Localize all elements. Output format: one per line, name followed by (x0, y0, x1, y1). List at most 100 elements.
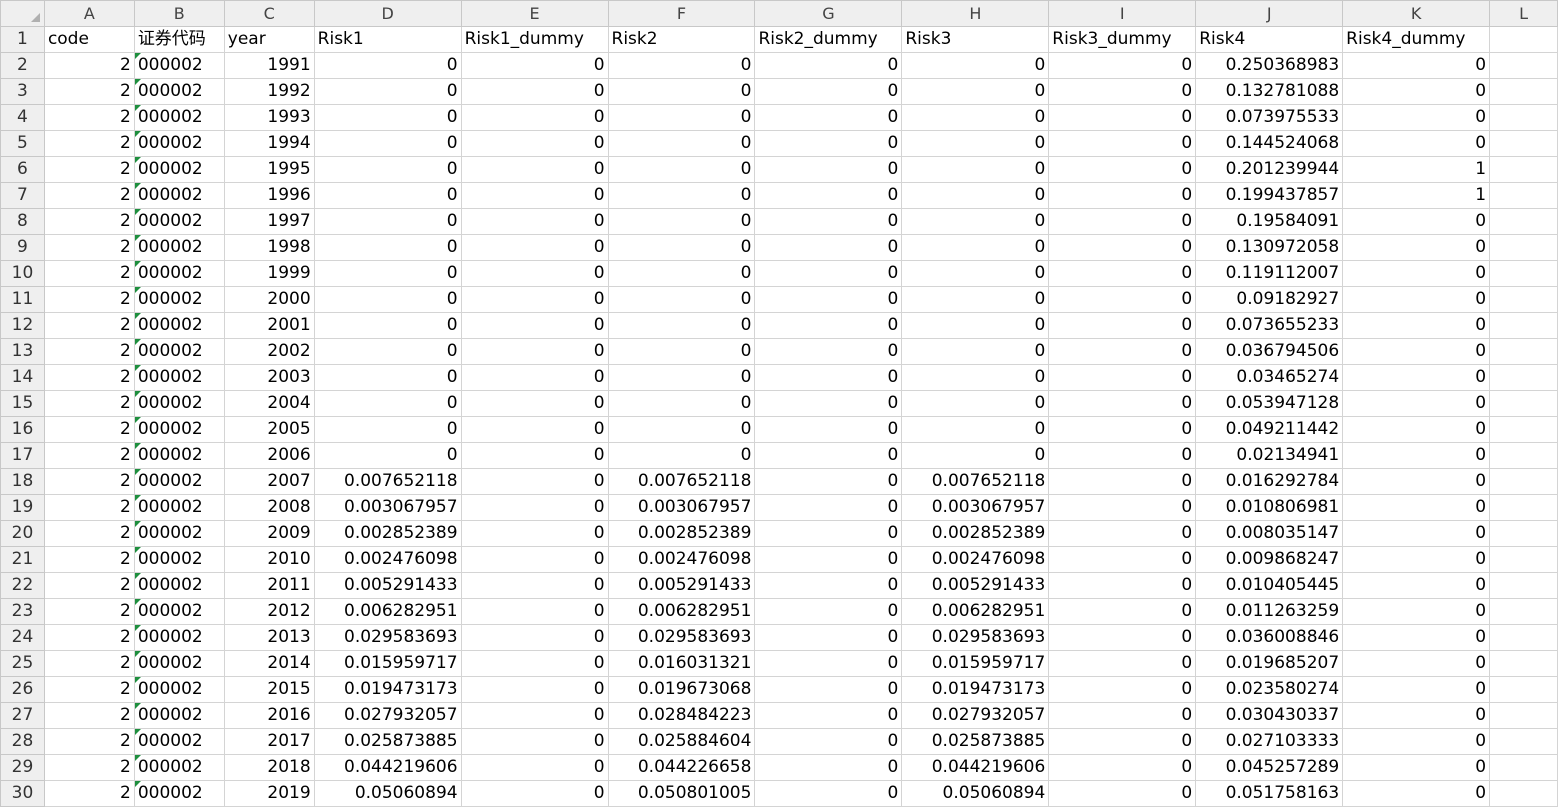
cell-risk4-dummy[interactable]: 0 (1342, 728, 1491, 755)
cell-security-code[interactable]: 000002 (133, 78, 225, 105)
cell-risk2[interactable]: 0 (607, 442, 756, 469)
cell-year[interactable]: 2010 (223, 546, 315, 573)
cell-code[interactable]: 2 (43, 442, 135, 469)
row-header[interactable]: 22 (0, 572, 45, 599)
cell-risk3[interactable]: 0.003067957 (901, 494, 1050, 521)
cell-security-code[interactable]: 000002 (133, 208, 225, 235)
cell-risk1-dummy[interactable]: 0 (460, 676, 609, 703)
cell-risk3-dummy[interactable]: 0 (1048, 546, 1197, 573)
cell-code[interactable]: 2 (43, 286, 135, 313)
cell-security-code[interactable]: 000002 (133, 728, 225, 755)
cell-year[interactable]: 2011 (223, 572, 315, 599)
row-header[interactable]: 2 (0, 52, 45, 79)
cell-risk3[interactable]: 0.025873885 (901, 728, 1050, 755)
cell-risk3-dummy[interactable]: 0 (1048, 156, 1197, 183)
cell-risk2[interactable]: 0.005291433 (607, 572, 756, 599)
cell-risk1-dummy[interactable]: 0 (460, 338, 609, 365)
row-header[interactable]: 19 (0, 494, 45, 521)
cell-risk4-dummy[interactable]: 0 (1342, 494, 1491, 521)
cell-risk4[interactable]: 0.023580274 (1195, 676, 1344, 703)
cell-risk3[interactable]: 0 (901, 156, 1050, 183)
cell-risk4[interactable]: 0.051758163 (1195, 780, 1344, 807)
cell-risk3-dummy[interactable]: 0 (1048, 390, 1197, 417)
cell-risk3-dummy[interactable]: 0 (1048, 52, 1197, 79)
row-header[interactable]: 13 (0, 338, 45, 365)
column-header-H[interactable]: H (901, 0, 1050, 27)
empty-cell[interactable] (1489, 338, 1558, 365)
cell-code[interactable]: 2 (43, 572, 135, 599)
cell-risk1[interactable]: 0 (313, 364, 462, 391)
cell-security-code[interactable]: 000002 (133, 598, 225, 625)
cell-risk4-dummy[interactable]: 0 (1342, 52, 1491, 79)
cell-security-code[interactable]: 000002 (133, 338, 225, 365)
row-header[interactable]: 25 (0, 650, 45, 677)
empty-cell[interactable] (1489, 494, 1558, 521)
cell-year[interactable]: 1994 (223, 130, 315, 157)
cell-risk4-dummy[interactable]: 0 (1342, 390, 1491, 417)
cell-risk3[interactable]: 0.015959717 (901, 650, 1050, 677)
header-cell-risk2[interactable]: Risk2 (607, 26, 756, 53)
cell-risk3[interactable]: 0.044219606 (901, 754, 1050, 781)
cell-risk1[interactable]: 0.002852389 (313, 520, 462, 547)
cell-risk3[interactable]: 0.005291433 (901, 572, 1050, 599)
cell-risk1-dummy[interactable]: 0 (460, 546, 609, 573)
cell-risk3[interactable]: 0 (901, 260, 1050, 287)
cell-code[interactable]: 2 (43, 676, 135, 703)
cell-code[interactable]: 2 (43, 234, 135, 261)
cell-risk1[interactable]: 0.027932057 (313, 702, 462, 729)
empty-cell[interactable] (1489, 260, 1558, 287)
cell-risk3-dummy[interactable]: 0 (1048, 598, 1197, 625)
cell-risk1-dummy[interactable]: 0 (460, 598, 609, 625)
cell-risk2-dummy[interactable]: 0 (754, 182, 903, 209)
row-header[interactable]: 28 (0, 728, 45, 755)
row-header[interactable]: 24 (0, 624, 45, 651)
cell-risk2-dummy[interactable]: 0 (754, 130, 903, 157)
column-header-D[interactable]: D (313, 0, 462, 27)
cell-risk3-dummy[interactable]: 0 (1048, 234, 1197, 261)
cell-security-code[interactable]: 000002 (133, 572, 225, 599)
cell-risk1-dummy[interactable]: 0 (460, 754, 609, 781)
empty-cell[interactable] (1489, 416, 1558, 443)
cell-risk3[interactable]: 0 (901, 234, 1050, 261)
row-header[interactable]: 23 (0, 598, 45, 625)
cell-risk3-dummy[interactable]: 0 (1048, 676, 1197, 703)
cell-year[interactable]: 1998 (223, 234, 315, 261)
cell-risk2-dummy[interactable]: 0 (754, 520, 903, 547)
cell-risk2-dummy[interactable]: 0 (754, 78, 903, 105)
cell-risk2-dummy[interactable]: 0 (754, 390, 903, 417)
cell-risk4-dummy[interactable]: 1 (1342, 156, 1491, 183)
cell-risk4[interactable]: 0.036008846 (1195, 624, 1344, 651)
cell-risk1-dummy[interactable]: 0 (460, 728, 609, 755)
cell-code[interactable]: 2 (43, 260, 135, 287)
cell-risk1[interactable]: 0 (313, 312, 462, 339)
cell-risk2[interactable]: 0 (607, 52, 756, 79)
cell-code[interactable]: 2 (43, 312, 135, 339)
cell-risk4-dummy[interactable]: 0 (1342, 312, 1491, 339)
cell-risk2[interactable]: 0.002476098 (607, 546, 756, 573)
cell-code[interactable]: 2 (43, 598, 135, 625)
cell-risk2[interactable]: 0 (607, 156, 756, 183)
cell-security-code[interactable]: 000002 (133, 182, 225, 209)
row-header[interactable]: 5 (0, 130, 45, 157)
cell-risk4[interactable]: 0.009868247 (1195, 546, 1344, 573)
cell-risk3-dummy[interactable]: 0 (1048, 286, 1197, 313)
cell-risk3-dummy[interactable]: 0 (1048, 702, 1197, 729)
cell-risk2[interactable]: 0 (607, 234, 756, 261)
cell-risk2[interactable]: 0 (607, 208, 756, 235)
cell-risk3[interactable]: 0.019473173 (901, 676, 1050, 703)
cell-year[interactable]: 2014 (223, 650, 315, 677)
cell-risk3-dummy[interactable]: 0 (1048, 364, 1197, 391)
cell-risk2[interactable]: 0 (607, 182, 756, 209)
cell-risk4[interactable]: 0.250368983 (1195, 52, 1344, 79)
cell-risk3-dummy[interactable]: 0 (1048, 182, 1197, 209)
cell-year[interactable]: 2004 (223, 390, 315, 417)
cell-risk3-dummy[interactable]: 0 (1048, 208, 1197, 235)
cell-risk4[interactable]: 0.09182927 (1195, 286, 1344, 313)
header-cell-risk4-dummy[interactable]: Risk4_dummy (1342, 26, 1491, 53)
row-header[interactable]: 6 (0, 156, 45, 183)
cell-risk2-dummy[interactable]: 0 (754, 702, 903, 729)
column-header-J[interactable]: J (1195, 0, 1344, 27)
cell-risk2[interactable]: 0.029583693 (607, 624, 756, 651)
empty-cell[interactable] (1489, 624, 1558, 651)
cell-year[interactable]: 1997 (223, 208, 315, 235)
